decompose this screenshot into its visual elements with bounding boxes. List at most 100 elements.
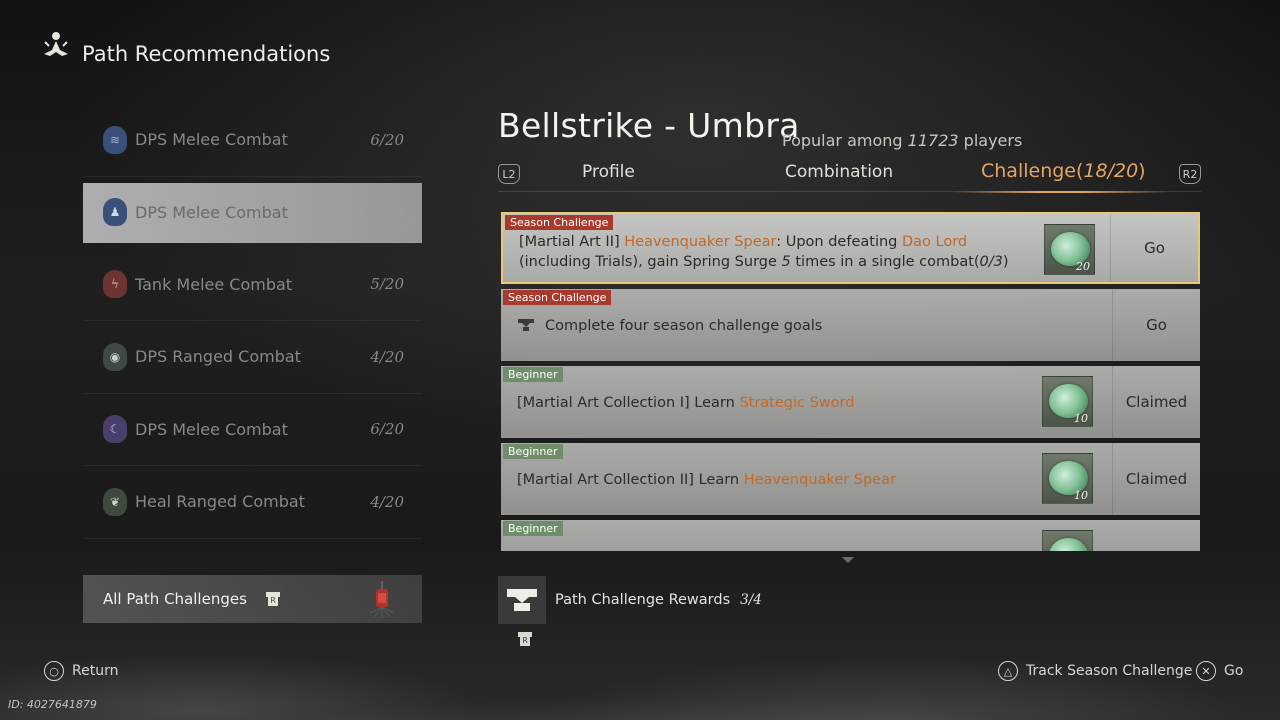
player-id: ID: 4027641879 — [8, 698, 97, 711]
challenge-line-2: (including Trials), gain Spring Surge 5 … — [519, 252, 1039, 272]
r3-button-icon: R — [518, 632, 532, 646]
challenge-card[interactable]: Beginner [Martial Art Collection I] Lear… — [501, 366, 1200, 438]
page-header: Path Recommendations — [40, 30, 330, 66]
challenge-list: Season Challenge [Martial Art II] Heaven… — [501, 212, 1200, 551]
r1-button-icon: R — [265, 592, 280, 606]
lantern-icon — [369, 581, 395, 618]
path-name: Heal Ranged Combat — [135, 492, 305, 512]
l2-button-icon[interactable]: L2 — [498, 164, 520, 184]
challenge-description: [Martial Art Collection I] Learn Strateg… — [517, 393, 1037, 413]
popularity-suffix: players — [963, 131, 1023, 150]
path-name: DPS Ranged Combat — [135, 347, 301, 367]
go-label: Go — [1224, 663, 1244, 679]
text-part: : Upon defeating — [776, 234, 902, 250]
path-name: Tank Melee Combat — [135, 274, 293, 294]
beginner-tag: Beginner — [503, 521, 563, 536]
beginner-tag: Beginner — [503, 367, 563, 382]
challenge-progress: 0/3 — [979, 254, 1003, 270]
challenge-description: Complete four season challenge goals — [517, 316, 1037, 336]
text-part: [Martial Art II] — [519, 234, 625, 250]
path-progress: 5/20 — [370, 275, 404, 294]
path-item-heal-ranged[interactable]: ❦ Heal Ranged Combat 4/20 — [83, 466, 422, 539]
path-item-dps-ranged[interactable]: ◉ DPS Ranged Combat 4/20 — [83, 321, 422, 394]
text-part: times in a single combat( — [790, 254, 980, 270]
reward-item[interactable] — [1042, 530, 1093, 551]
rewards-count: 3/4 — [740, 592, 762, 608]
challenge-card[interactable]: Season Challenge [Martial Art II] Heaven… — [501, 212, 1200, 284]
path-item-dps-melee-3[interactable]: ☾ DPS Melee Combat 6/20 — [83, 394, 422, 466]
reward-quantity: 10 — [1074, 412, 1088, 425]
track-season-challenge-hint[interactable]: △ Track Season Challenge — [998, 661, 1192, 681]
go-button[interactable]: Go — [1112, 289, 1200, 361]
path-item-tank-melee[interactable]: ϟ Tank Melee Combat 5/20 — [83, 249, 422, 321]
path-emblem-icon: ♟ — [103, 198, 127, 226]
challenge-description: [Martial Art II] Heavenquaker Spear: Upo… — [519, 232, 1039, 272]
popularity-prefix: Popular among — [782, 131, 903, 150]
cross-button-icon: ✕ — [1196, 661, 1216, 681]
path-item-dps-melee-1[interactable]: ≋ DPS Melee Combat 6/20 — [83, 104, 422, 177]
popularity-text: Popular among 11723 players — [782, 131, 1022, 150]
path-item-dps-melee-2[interactable]: ♟ DPS Melee Combat 18/20 — [83, 182, 422, 243]
text-part: ) — [1002, 254, 1009, 270]
reward-quantity: 20 — [1076, 260, 1090, 273]
season-challenge-tag: Season Challenge — [503, 290, 612, 305]
tab-challenge[interactable]: Challenge(18/20) — [981, 160, 1146, 182]
challenge-card-partial[interactable]: Beginner — [501, 520, 1200, 551]
jade-icon — [1049, 538, 1088, 551]
rewards-label: Path Challenge Rewards — [555, 592, 731, 608]
text-number: 5 — [781, 254, 791, 270]
text-part: [Martial Art Collection I] Learn — [517, 395, 740, 411]
reward-item[interactable]: 10 — [1042, 376, 1093, 427]
highlight-text: Strategic Sword — [739, 395, 855, 411]
tab-challenge-label: Challenge( — [981, 160, 1084, 182]
tab-challenge-fraction: 18/20 — [1083, 160, 1139, 182]
goal-chest-icon — [518, 319, 534, 331]
return-label: Return — [72, 663, 119, 679]
highlight-text: Dao Lord — [901, 234, 968, 250]
highlight-text: Heavenquaker Spear — [743, 472, 896, 488]
chest-icon — [498, 576, 546, 624]
path-challenge-rewards[interactable]: Path Challenge Rewards 3/4 — [498, 576, 762, 624]
popularity-count: 11723 — [907, 131, 959, 150]
go-button[interactable]: Go — [1110, 214, 1198, 282]
path-name: DPS Melee Combat — [135, 130, 288, 150]
text-part: Complete four season challenge goals — [545, 318, 823, 334]
path-emblem-icon: ≋ — [103, 125, 127, 154]
path-list: ≋ DPS Melee Combat 6/20 ♟ DPS Melee Comb… — [83, 104, 422, 539]
tab-profile[interactable]: Profile — [582, 162, 635, 182]
svg-text:R: R — [522, 636, 528, 645]
text-part: [Martial Art Collection II] Learn — [517, 472, 744, 488]
tab-combination[interactable]: Combination — [785, 162, 893, 182]
path-emblem-icon: ◉ — [103, 342, 127, 371]
path-name: DPS Melee Combat — [135, 202, 288, 222]
challenge-card[interactable]: Beginner [Martial Art Collection II] Lea… — [501, 443, 1200, 515]
challenge-card[interactable]: Season Challenge Complete four season ch… — [501, 289, 1200, 361]
challenge-line-1: [Martial Art II] Heavenquaker Spear: Upo… — [519, 232, 1039, 252]
track-label: Track Season Challenge — [1026, 663, 1193, 679]
go-hint[interactable]: ✕ Go — [1196, 661, 1243, 681]
active-tab-underline — [953, 191, 1168, 193]
text-part: (including Trials), gain Spring Surge — [519, 254, 782, 270]
path-progress: 4/20 — [370, 492, 404, 511]
reward-item[interactable]: 20 — [1044, 224, 1095, 275]
path-progress: 4/20 — [370, 347, 404, 366]
claimed-status: Claimed — [1112, 366, 1200, 438]
tab-challenge-close: ) — [1138, 160, 1146, 182]
path-emblem-icon: ϟ — [103, 270, 127, 299]
path-name: DPS Melee Combat — [135, 419, 288, 439]
path-emblem-icon: ☾ — [103, 415, 127, 444]
build-title: Bellstrike - Umbra — [498, 106, 800, 145]
circle-button-icon: ○ — [44, 661, 64, 681]
svg-text:R: R — [270, 596, 276, 605]
scroll-down-icon[interactable] — [842, 557, 854, 563]
reward-item[interactable]: 10 — [1042, 453, 1093, 504]
return-hint[interactable]: ○ Return — [44, 661, 118, 681]
triangle-button-icon: △ — [998, 661, 1018, 681]
all-path-challenges-button[interactable]: All Path Challenges R — [83, 575, 422, 623]
reward-quantity: 10 — [1074, 489, 1088, 502]
r2-button-icon[interactable]: R2 — [1179, 164, 1201, 184]
challenge-description: [Martial Art Collection II] Learn Heaven… — [517, 470, 1037, 490]
tab-bar: L2 Profile Combination Challenge(18/20) … — [498, 160, 1201, 193]
path-emblem-icon: ❦ — [103, 487, 127, 516]
path-progress: 18/20 — [360, 203, 404, 221]
